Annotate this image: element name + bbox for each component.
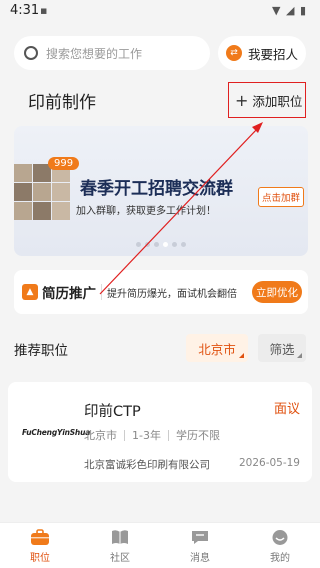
recruit-button[interactable]: ⇄ 我要招人 <box>218 36 306 70</box>
join-group-button[interactable]: 点击加群 <box>258 187 305 207</box>
banner-subtitle: 加入群聊，获取更多工作计划！ <box>76 206 216 217</box>
status-time: 4:31 <box>10 3 40 18</box>
recommended-heading: 推荐职位 <box>14 343 68 359</box>
search-input[interactable]: 搜索您想要的工作 <box>14 36 210 70</box>
tab-community-label: 社区 <box>110 553 130 564</box>
profile-icon <box>270 529 290 546</box>
tab-profile-label: 我的 <box>270 553 290 564</box>
recruit-button-label: 我要招人 <box>248 46 299 62</box>
chat-icon <box>190 529 210 546</box>
promo-divider <box>101 284 102 300</box>
book-icon <box>110 529 130 546</box>
dropdown-corner-icon <box>239 353 244 358</box>
job-education: 学历不限 <box>175 429 220 442</box>
job-tags: 北京市 1-3年 学历不限 <box>84 427 220 443</box>
signal-icon: ◢ <box>286 4 295 17</box>
city-filter-label: 北京市 <box>198 341 236 357</box>
tab-jobs-label: 职位 <box>30 553 50 564</box>
swap-icon: ⇄ <box>226 45 242 61</box>
member-avatars <box>14 164 70 220</box>
search-placeholder: 搜索您想要的工作 <box>46 46 143 61</box>
city-filter[interactable]: 北京市 <box>186 334 248 362</box>
job-salary: 面议 <box>273 402 300 417</box>
job-title: 印前CTP <box>84 404 141 420</box>
member-count-badge: 999 <box>48 157 80 170</box>
tab-community[interactable]: 社区 <box>80 523 160 568</box>
job-experience: 1-3年 <box>132 429 161 442</box>
tab-jobs[interactable]: 职位 <box>0 523 80 568</box>
optimize-button[interactable]: 立即优化 <box>252 281 302 303</box>
add-position-label: 添加职位 <box>252 93 303 109</box>
rocket-icon: ▲ <box>22 284 38 300</box>
status-bar: 4:31 ▪ ▼ ◢ ▮ <box>0 0 320 24</box>
job-location: 北京市 <box>84 429 117 442</box>
promo-text: 提升简历爆光，面试机会翻倍 <box>107 288 237 300</box>
dropdown-corner-icon <box>297 353 302 358</box>
filter-button[interactable]: 筛选 <box>258 334 306 362</box>
search-icon <box>24 46 38 60</box>
tab-profile[interactable]: 我的 <box>240 523 320 568</box>
wifi-icon: ▼ <box>272 4 281 17</box>
briefcase-icon <box>30 529 50 546</box>
group-chat-banner[interactable]: 999 春季开工招聘交流群 加入群聊，获取更多工作计划！ 点击加群 <box>14 126 308 256</box>
resume-promotion-card[interactable]: ▲ 简历推广 提升简历爆光，面试机会翻倍 立即优化 <box>14 270 308 314</box>
job-card[interactable]: FuChengYinShua 印前CTP 面议 北京市 1-3年 学历不限 北京… <box>8 382 312 482</box>
company-logo: FuChengYinShua <box>22 428 91 437</box>
carousel-dots <box>14 242 308 247</box>
add-position-button[interactable]: + 添加职位 <box>228 82 306 118</box>
tab-messages[interactable]: 消息 <box>160 523 240 568</box>
battery-icon: ▮ <box>300 4 307 17</box>
filter-label: 筛选 <box>269 341 295 357</box>
company-name: 北京富诚彩色印刷有限公司 <box>84 459 210 471</box>
tab-messages-label: 消息 <box>190 553 210 564</box>
page-title: 印前制作 <box>28 93 96 113</box>
plus-icon: + <box>235 90 249 110</box>
tag-divider <box>167 429 169 441</box>
notification-icon: ▪ <box>40 4 48 17</box>
promo-title: 简历推广 <box>42 286 96 302</box>
post-date: 2026-05-19 <box>238 457 300 469</box>
bottom-tab-bar: 职位 社区 消息 我的 <box>0 522 320 568</box>
banner-title: 春季开工招聘交流群 <box>80 179 233 199</box>
tag-divider <box>124 429 125 441</box>
